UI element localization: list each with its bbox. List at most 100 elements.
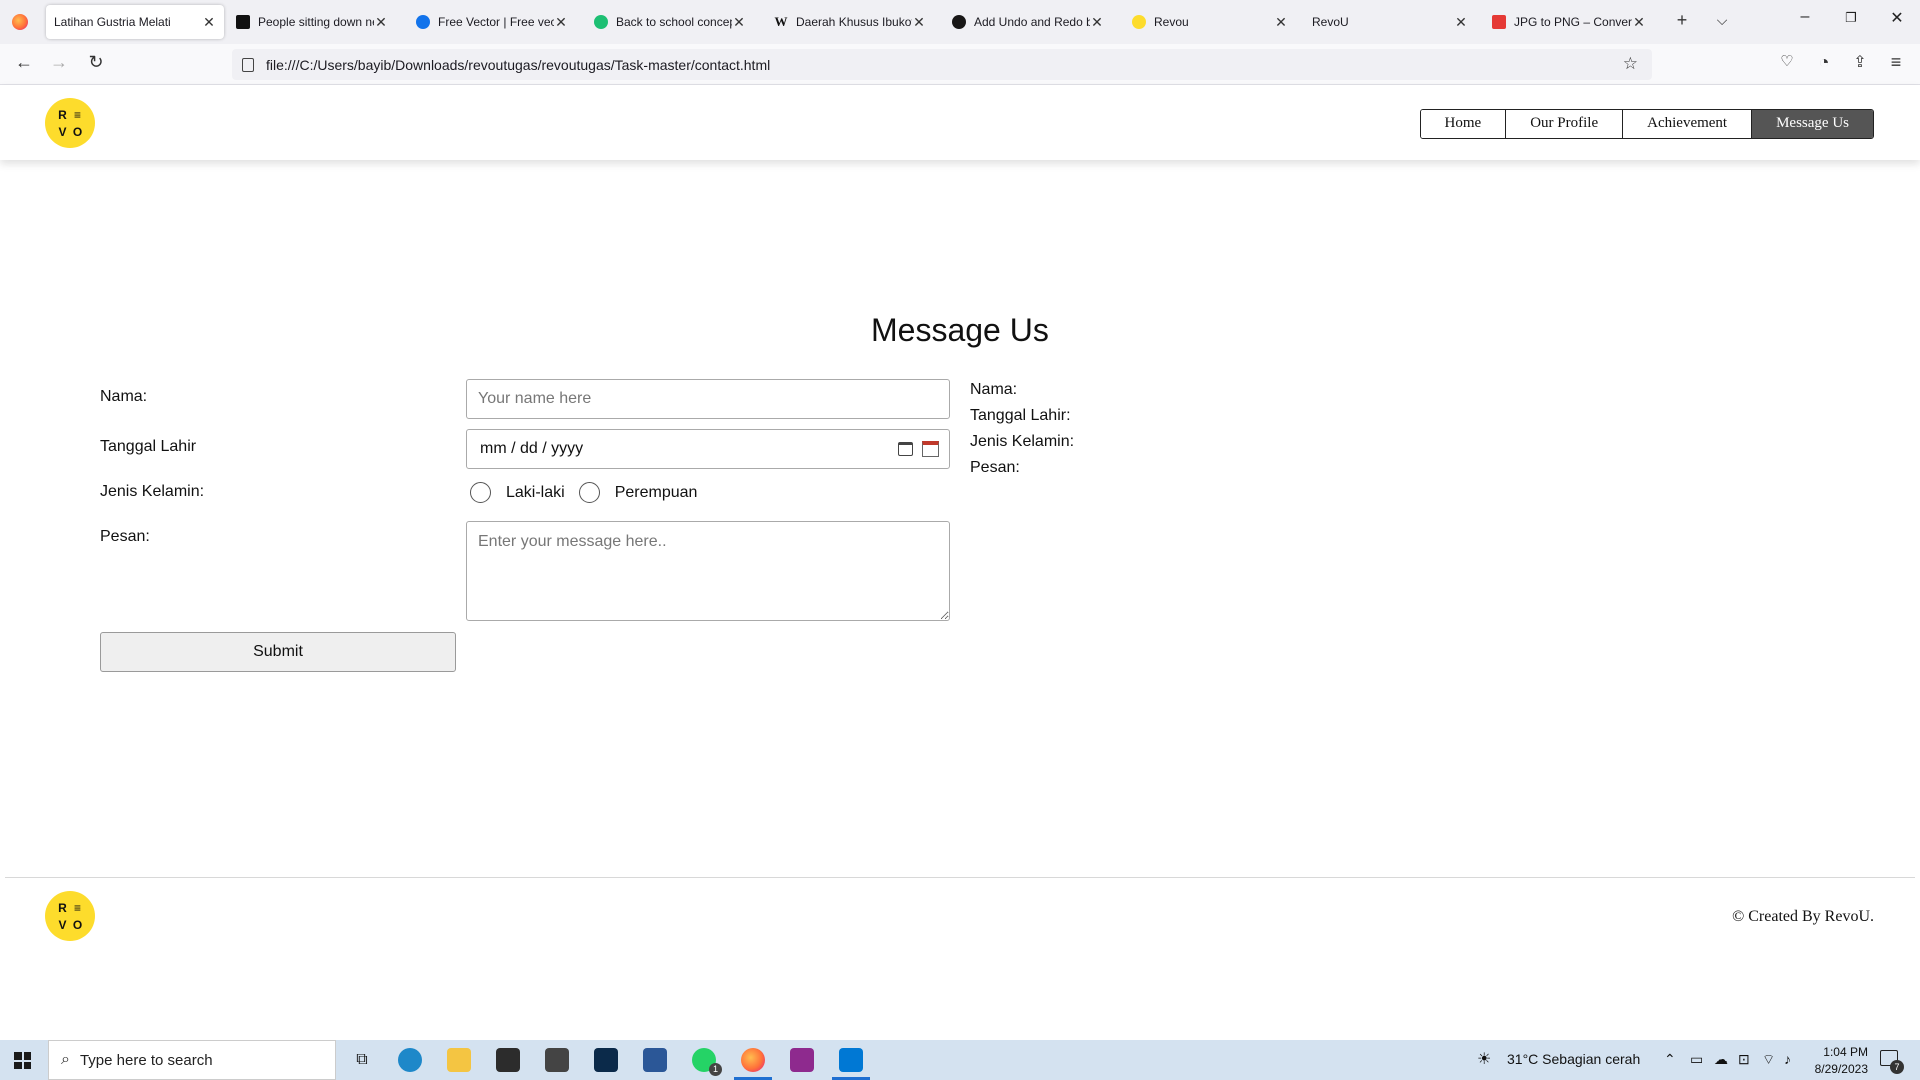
tab-github[interactable]: Add Undo and Redo b ✕ <box>944 5 1112 39</box>
close-tab-icon[interactable]: ✕ <box>1274 14 1288 31</box>
whatsapp-badge: 1 <box>709 1063 722 1076</box>
photoshop-icon[interactable] <box>594 1048 618 1072</box>
summary-gender: Jenis Kelamin: <box>970 433 1075 450</box>
task-view-icon[interactable]: ⧉ <box>350 1048 374 1072</box>
radio-label-perempuan: Perempuan <box>614 483 698 501</box>
dob-label: Tanggal Lahir <box>100 438 197 455</box>
reload-icon[interactable]: ↻ <box>82 52 110 78</box>
list-tabs-button[interactable]: ⌵ <box>1710 12 1734 29</box>
edge-icon[interactable] <box>398 1048 422 1072</box>
close-tab-icon[interactable]: ✕ <box>202 14 216 31</box>
footer-divider <box>5 877 1915 878</box>
message-label: Pesan: <box>100 528 150 545</box>
taskbar-clock[interactable]: 1:04 PM 8/29/2023 <box>1815 1044 1868 1078</box>
page-title: Message Us <box>871 312 1049 348</box>
tab-revou[interactable]: Revou ✕ <box>1124 5 1296 39</box>
nav-our-profile[interactable]: Our Profile <box>1506 110 1624 138</box>
notification-count: 7 <box>1890 1060 1904 1074</box>
message-textarea[interactable] <box>466 521 950 621</box>
firefox-taskbar-icon[interactable] <box>741 1048 765 1072</box>
logo-letter: O <box>72 124 83 139</box>
summary-dob: Tanggal Lahir: <box>970 407 1071 424</box>
taskbar-search-box[interactable]: ⌕ Type here to search <box>48 1040 336 1080</box>
close-tab-icon[interactable]: ✕ <box>1454 14 1468 31</box>
nav-message-us[interactable]: Message Us <box>1752 110 1873 138</box>
windows-start-icon[interactable] <box>14 1052 31 1069</box>
restore-icon[interactable]: ❐ <box>1836 10 1866 26</box>
summary-message: Pesan: <box>970 459 1020 476</box>
radio-laki-laki[interactable] <box>470 482 491 503</box>
window-close-icon[interactable]: ✕ <box>1882 8 1912 28</box>
minimize-icon[interactable]: – <box>1790 8 1820 26</box>
logo-letter: O <box>72 917 83 932</box>
winrar-icon[interactable] <box>790 1048 814 1072</box>
tab-backtoschool[interactable]: Back to school concep ✕ <box>586 5 754 39</box>
vscode-icon[interactable] <box>839 1048 863 1072</box>
calendar-icon[interactable] <box>898 442 913 456</box>
firefox-icon[interactable] <box>12 14 28 30</box>
menu-icon[interactable]: ≡ <box>1882 52 1910 78</box>
close-tab-icon[interactable]: ✕ <box>912 14 926 31</box>
pocket-icon[interactable]: ♡ <box>1773 52 1801 78</box>
logo-letter: V <box>58 124 67 139</box>
main-nav: Home Our Profile Achievement Message Us <box>1419 109 1874 139</box>
logo-letter: R <box>58 107 67 122</box>
nav-achievement[interactable]: Achievement <box>1623 110 1753 138</box>
submit-button[interactable]: Submit <box>100 632 456 672</box>
jpg-png-icon <box>1492 15 1506 29</box>
logo-letter: ≡ <box>73 107 81 122</box>
dob-input[interactable]: mm / dd / yyyy <box>466 429 950 469</box>
tab-revou-2[interactable]: RevoU ✕ <box>1304 5 1476 39</box>
tab-freevector[interactable]: Free Vector | Free vecto ✕ <box>408 5 576 39</box>
calendar-picker-icon[interactable] <box>922 441 939 457</box>
address-bar[interactable]: file:///C:/Users/bayib/Downloads/revoutu… <box>232 49 1652 80</box>
mail-icon[interactable] <box>545 1048 569 1072</box>
meet-now-icon[interactable]: ▭ <box>1690 1051 1703 1068</box>
tab-daerah[interactable]: W Daerah Khusus Ibukota ✕ <box>766 5 934 39</box>
browser-tab-bar: Latihan Gustria Melati ✕ People sitting … <box>0 0 1920 44</box>
name-label: Nama: <box>100 388 148 405</box>
dob-value: mm / dd / yyyy <box>480 440 584 457</box>
logo-letter: V <box>58 917 67 932</box>
back-arrow-icon[interactable]: ← <box>10 52 38 78</box>
word-icon[interactable] <box>643 1048 667 1072</box>
tab-label: Add Undo and Redo b <box>974 15 1090 29</box>
tab-label: Daerah Khusus Ibukota <box>796 15 912 29</box>
tab-latihan[interactable]: Latihan Gustria Melati ✕ <box>46 5 224 39</box>
close-tab-icon[interactable]: ✕ <box>554 14 568 31</box>
footer-logo[interactable]: R ≡ V O <box>45 891 95 941</box>
forward-arrow-icon[interactable]: → <box>45 52 73 78</box>
new-tab-button[interactable]: + <box>1670 10 1694 31</box>
logo-letter: R <box>58 900 67 915</box>
close-tab-icon[interactable]: ✕ <box>374 14 388 31</box>
radio-label-laki-laki: Laki-laki <box>506 483 565 501</box>
weather-icon[interactable]: ☀ <box>1477 1049 1491 1069</box>
revou-logo[interactable]: R ≡ V O <box>45 98 95 148</box>
submission-summary: Nama: Tanggal Lahir: Jenis Kelamin: Pesa… <box>970 377 1074 481</box>
tab-jpg-png[interactable]: JPG to PNG – Convert J ✕ <box>1484 5 1654 39</box>
volume-icon[interactable]: ♪ <box>1784 1051 1791 1067</box>
clock-date: 8/29/2023 <box>1814 1062 1868 1076</box>
tab-label: Latihan Gustria Melati <box>54 15 171 29</box>
nav-home[interactable]: Home <box>1420 110 1507 138</box>
weather-text[interactable]: 31°C Sebagian cerah <box>1507 1051 1640 1067</box>
security-icon[interactable]: ⊡ <box>1738 1051 1750 1068</box>
show-hidden-icons[interactable]: ⌃ <box>1664 1051 1676 1068</box>
file-explorer-icon[interactable] <box>447 1048 471 1072</box>
tab-people[interactable]: People sitting down ne ✕ <box>228 5 396 39</box>
close-tab-icon[interactable]: ✕ <box>732 14 746 31</box>
account-icon[interactable]: ◔ <box>1810 52 1838 78</box>
extensions-icon[interactable]: ⇪ <box>1846 52 1874 78</box>
close-tab-icon[interactable]: ✕ <box>1632 14 1646 31</box>
footer-credit: © Created By RevoU. <box>1732 908 1874 925</box>
freepik-icon <box>416 15 430 29</box>
search-placeholder: Type here to search <box>79 1051 213 1069</box>
store-icon[interactable] <box>496 1048 520 1072</box>
close-tab-icon[interactable]: ✕ <box>1090 14 1104 31</box>
network-icon[interactable]: ⌔ <box>1762 1051 1775 1069</box>
clock-time: 1:04 PM <box>1823 1045 1868 1059</box>
bookmark-star-icon[interactable]: ☆ <box>1623 54 1638 74</box>
name-input[interactable] <box>466 379 950 419</box>
radio-perempuan[interactable] <box>578 482 600 503</box>
onedrive-icon[interactable]: ☁ <box>1714 1051 1728 1068</box>
